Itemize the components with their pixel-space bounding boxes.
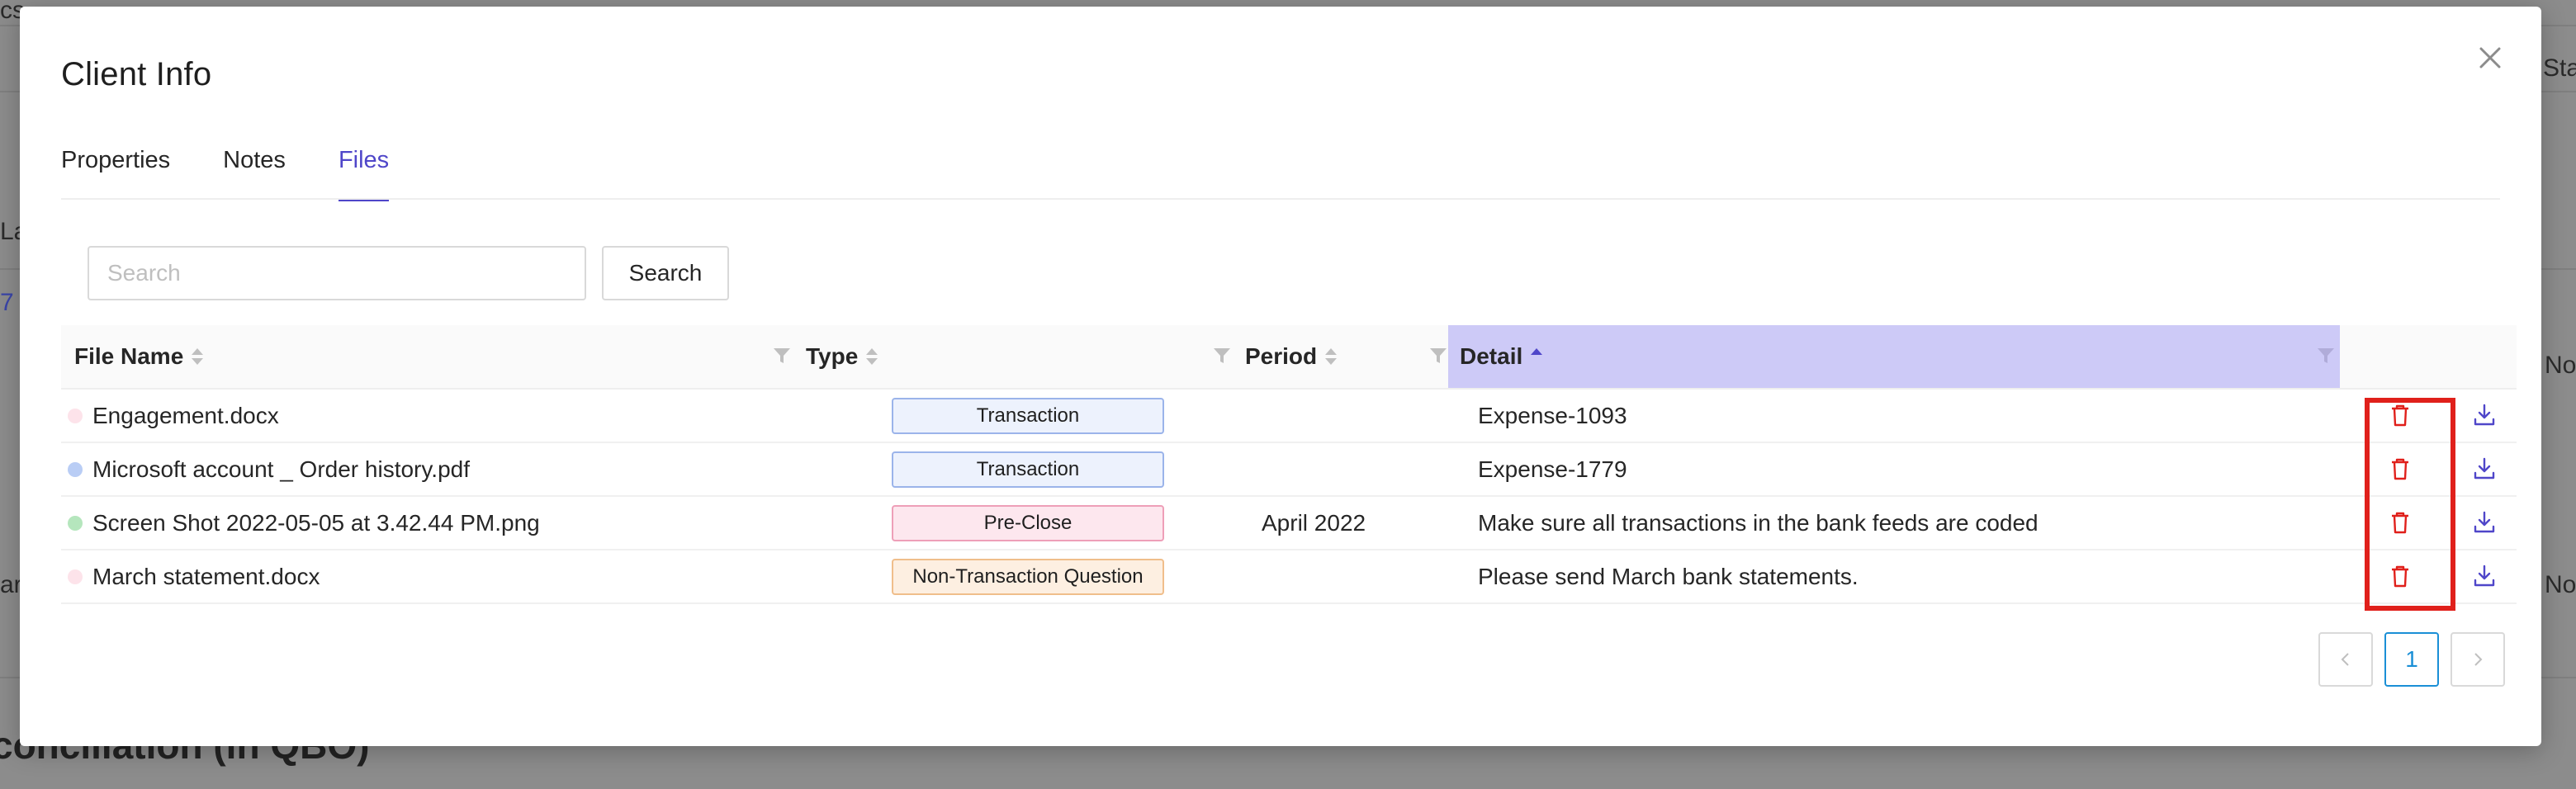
sort-icon <box>866 347 878 366</box>
column-label: Type <box>806 343 859 369</box>
column-header-period[interactable]: Period <box>1232 325 1448 388</box>
modal-title: Client Info <box>61 56 212 92</box>
page-1-button[interactable]: 1 <box>2384 632 2439 687</box>
backdrop-text: ar <box>0 571 22 598</box>
delete-icon[interactable] <box>2386 508 2414 536</box>
backdrop-text: Not <box>2545 571 2576 598</box>
detail-cell: Make sure all transactions in the bank f… <box>1478 509 2039 536</box>
tab-properties[interactable]: Properties <box>61 139 170 201</box>
backdrop-text: Not <box>2545 352 2576 379</box>
filter-icon[interactable] <box>771 345 793 366</box>
client-info-modal: Client Info Properties Notes Files Searc… <box>20 7 2541 746</box>
delete-icon[interactable] <box>2386 401 2414 429</box>
detail-cell: Expense-1779 <box>1478 456 1627 482</box>
file-name: March statement.docx <box>92 563 320 589</box>
column-label: Period <box>1245 343 1318 369</box>
table-row[interactable]: Screen Shot 2022-05-05 at 3.42.44 PM.png… <box>61 497 2517 550</box>
detail-cell: Please send March bank statements. <box>1478 563 1859 589</box>
status-dot <box>68 569 83 584</box>
table-row[interactable]: Engagement.docx Transaction Expense-1093 <box>61 390 2517 443</box>
status-dot <box>68 515 83 531</box>
modal-tabs: Properties Notes Files <box>61 139 442 201</box>
file-name-cell: Engagement.docx <box>68 390 279 442</box>
file-name-cell: Microsoft account _ Order history.pdf <box>68 443 470 495</box>
delete-icon[interactable] <box>2386 455 2414 483</box>
table-header: File Name Type Period Detail <box>61 325 2517 390</box>
tab-notes[interactable]: Notes <box>223 139 286 201</box>
sort-icon <box>1325 347 1338 366</box>
download-icon[interactable] <box>2470 401 2498 429</box>
next-page-button[interactable] <box>2451 632 2505 687</box>
file-name-cell: March statement.docx <box>68 550 320 602</box>
table-row[interactable]: Microsoft account _ Order history.pdf Tr… <box>61 443 2517 497</box>
file-name: Screen Shot 2022-05-05 at 3.42.44 PM.png <box>92 509 540 536</box>
status-dot <box>68 461 83 477</box>
download-icon[interactable] <box>2470 562 2498 590</box>
column-header-detail[interactable]: Detail <box>1448 325 2340 388</box>
search-button[interactable]: Search <box>602 246 729 300</box>
column-header-file-name[interactable]: File Name <box>61 325 793 388</box>
status-dot <box>68 408 83 423</box>
filter-icon[interactable] <box>1428 345 1449 366</box>
type-tag: Transaction <box>892 451 1164 488</box>
chevron-left-icon <box>2341 653 2349 666</box>
filter-icon[interactable] <box>1211 345 1233 366</box>
type-tag: Non-Transaction Question <box>892 559 1164 595</box>
prev-page-button[interactable] <box>2318 632 2373 687</box>
column-header-type[interactable]: Type <box>793 325 1232 388</box>
filter-icon[interactable] <box>2315 345 2337 366</box>
table-body: Engagement.docx Transaction Expense-1093… <box>61 390 2517 604</box>
file-name: Microsoft account _ Order history.pdf <box>92 456 470 482</box>
files-table: File Name Type Period Detail Engagement.… <box>61 325 2517 604</box>
chevron-right-icon <box>2474 653 2483 666</box>
column-label: Detail <box>1460 343 1523 369</box>
period-cell: April 2022 <box>1262 509 1366 536</box>
file-name: Engagement.docx <box>92 402 279 428</box>
detail-cell: Expense-1093 <box>1478 402 1627 428</box>
delete-icon[interactable] <box>2386 562 2414 590</box>
sort-icon <box>192 347 204 366</box>
close-button[interactable] <box>2472 40 2508 76</box>
column-label: File Name <box>74 343 184 369</box>
download-icon[interactable] <box>2470 508 2498 536</box>
tab-files[interactable]: Files <box>338 139 390 201</box>
search-input[interactable] <box>88 246 586 300</box>
type-tag: Pre-Close <box>892 505 1164 541</box>
close-icon <box>2479 47 2501 69</box>
table-row[interactable]: March statement.docx Non-Transaction Que… <box>61 550 2517 604</box>
sort-ascending-icon <box>1531 347 1543 366</box>
file-name-cell: Screen Shot 2022-05-05 at 3.42.44 PM.png <box>68 497 540 549</box>
type-tag: Transaction <box>892 398 1164 434</box>
tabs-divider <box>61 198 2500 200</box>
download-icon[interactable] <box>2470 455 2498 483</box>
backdrop-text: Status <box>2543 54 2576 82</box>
